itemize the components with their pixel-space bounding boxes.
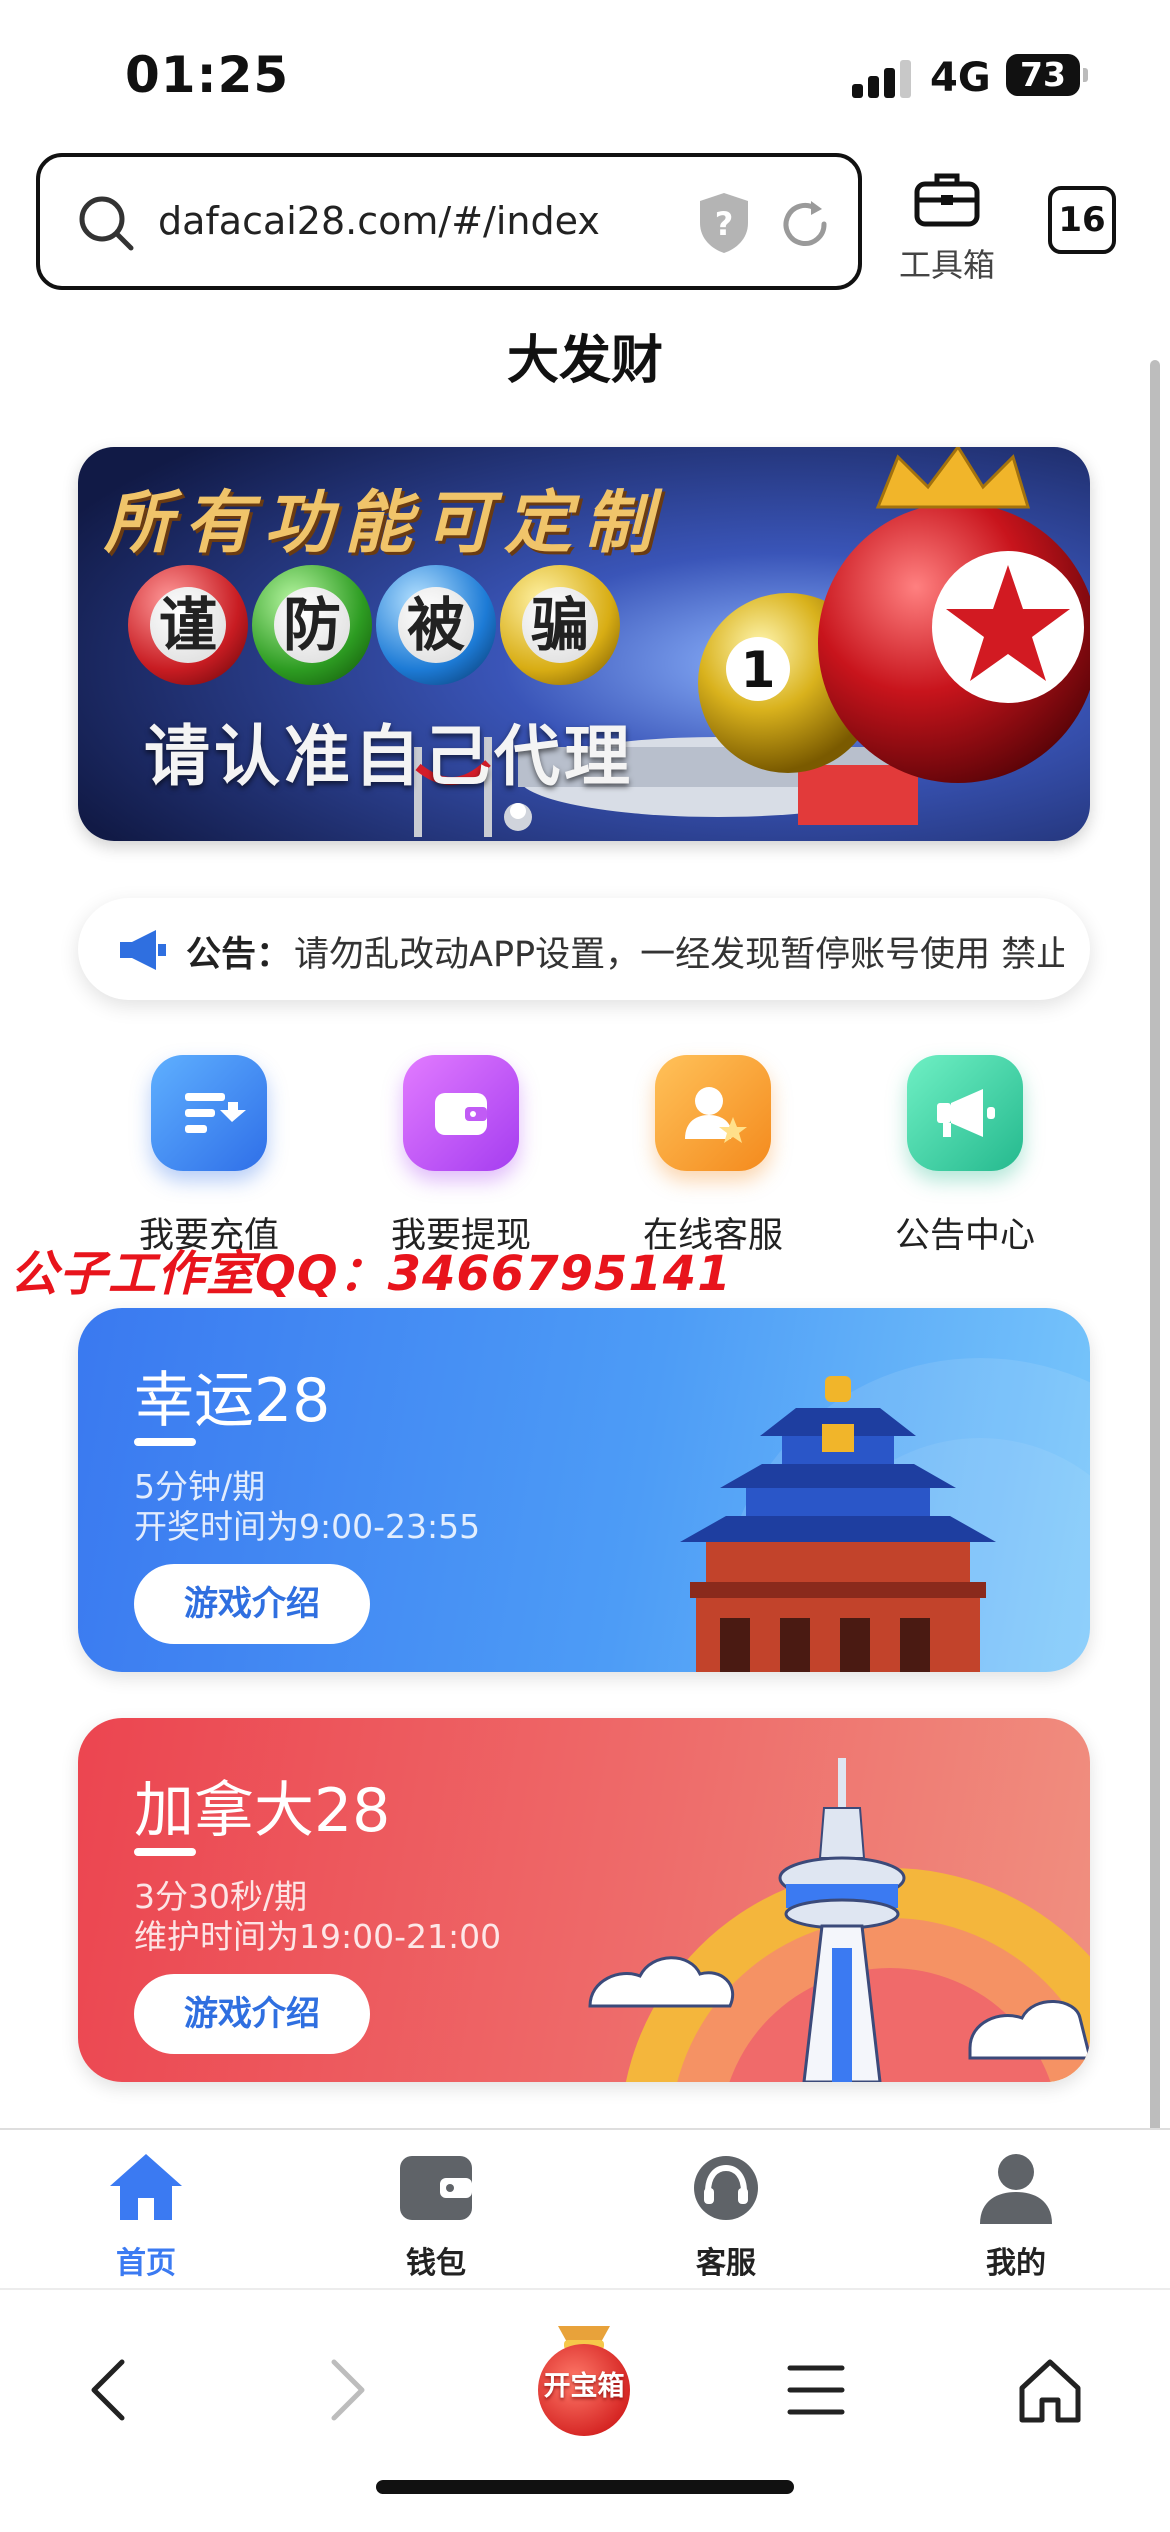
warning-ball: 谨	[128, 565, 248, 685]
tab-label: 我的	[986, 2246, 1046, 2281]
scrollbar[interactable]	[1150, 360, 1160, 2245]
url-text[interactable]: dafacai28.com/#/index	[158, 199, 600, 243]
tower-illustration	[588, 1758, 1090, 2082]
search-icon	[79, 196, 134, 251]
tab-home[interactable]: 首页	[66, 2150, 226, 2282]
treasure-label: 开宝箱	[543, 2371, 625, 2402]
signal-icon	[852, 58, 912, 98]
toolbox-label: 工具箱	[898, 246, 995, 284]
megaphone-icon	[907, 1055, 1023, 1171]
tab-service[interactable]: 客服	[646, 2150, 806, 2282]
promo-banner[interactable]: 1 所有功能可定制 谨 防 被 骗 请认准自己代理	[78, 447, 1090, 841]
quick-action-announcements[interactable]: 公告中心	[840, 1055, 1090, 1258]
game-name: 加拿大28	[134, 1776, 391, 1846]
home-indicator[interactable]	[376, 2480, 794, 2494]
network-type: 4G	[930, 55, 991, 101]
banner-subline: 请认准自己代理	[144, 718, 634, 795]
tab-label: 客服	[696, 2246, 756, 2281]
game-intro-button[interactable]: 游戏介绍	[134, 1974, 370, 2054]
temple-illustration	[680, 1358, 1090, 1672]
forward-icon[interactable]	[306, 2350, 386, 2430]
quick-action-service[interactable]: 在线客服	[588, 1055, 838, 1258]
quick-action-recharge[interactable]: 我要充值	[84, 1055, 334, 1258]
customer-service-icon	[655, 1055, 771, 1171]
notice-label: 公告：	[186, 935, 292, 975]
game-intro-button[interactable]: 游戏介绍	[134, 1564, 370, 1644]
warning-ball: 防	[252, 565, 372, 685]
page-title: 大发财	[506, 331, 663, 391]
toolbox-icon	[914, 173, 980, 227]
megaphone-icon	[120, 930, 166, 970]
game-card-lucky28[interactable]: 幸运28 5分钟/期 开奖时间为9:00-23:55 游戏介绍	[78, 1308, 1090, 1672]
address-bar[interactable]: dafacai28.com/#/index ?	[36, 153, 862, 290]
recharge-icon	[151, 1055, 267, 1171]
warning-ball: 骗	[500, 565, 620, 685]
browser-home-icon[interactable]	[1010, 2350, 1090, 2430]
tab-wallet[interactable]: 钱包	[356, 2150, 516, 2282]
wallet-withdraw-icon	[403, 1055, 519, 1171]
contact-watermark: 公子工作室QQ：3466795141	[10, 1246, 732, 1302]
svg-text:1: 1	[741, 641, 776, 699]
menu-icon[interactable]	[776, 2350, 856, 2430]
wallet-icon	[400, 2156, 472, 2220]
game-hours: 维护时间为19:00-21:00	[134, 1917, 502, 1956]
tabs-button[interactable]: 16	[1048, 186, 1116, 254]
user-icon	[980, 2154, 1052, 2224]
notice-bar[interactable]: 公告： 请勿乱改动APP设置，一经发现暂停账号使用 禁止	[78, 898, 1090, 1000]
game-hours: 开奖时间为9:00-23:55	[134, 1507, 481, 1546]
status-bar: 01:25 4G 73	[0, 0, 1170, 150]
title-underline	[134, 1848, 196, 1856]
svg-text:?: ?	[715, 205, 734, 243]
warning-ball: 被	[376, 565, 496, 685]
treasure-box-button[interactable]: 开宝箱	[528, 2308, 640, 2436]
tab-label: 首页	[116, 2246, 176, 2281]
quick-action-withdraw[interactable]: 我要提现	[336, 1055, 586, 1258]
banner-headline: 所有功能可定制	[104, 483, 665, 563]
toolbox-button[interactable]: 工具箱	[892, 170, 1002, 290]
quick-action-label: 公告中心	[894, 1216, 1035, 1256]
tab-label: 钱包	[406, 2246, 466, 2281]
shield-icon[interactable]: ?	[696, 191, 752, 255]
back-icon[interactable]	[70, 2350, 150, 2430]
notice-text: 请勿乱改动APP设置，一经发现暂停账号使用 禁止	[294, 935, 1064, 975]
browser-bottom-bar: 开宝箱	[0, 2288, 1170, 2532]
tab-profile[interactable]: 我的	[936, 2150, 1096, 2282]
headset-icon	[694, 2156, 758, 2220]
status-time: 01:25	[125, 46, 290, 104]
title-underline	[134, 1438, 196, 1446]
battery-icon: 73	[1006, 54, 1088, 96]
game-name: 幸运28	[134, 1366, 331, 1436]
app-tab-bar: 首页 钱包 客服 我的	[0, 2128, 1170, 2286]
reload-icon[interactable]	[778, 197, 832, 251]
home-icon	[110, 2154, 182, 2220]
game-card-canada28[interactable]: 加拿大28 3分30秒/期 维护时间为19:00-21:00 游戏介绍	[78, 1718, 1090, 2082]
